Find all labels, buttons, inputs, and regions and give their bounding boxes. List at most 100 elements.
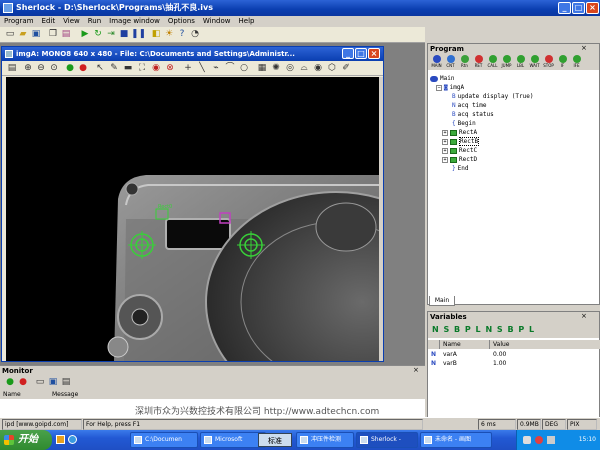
tree-item-rectd[interactable]: + RectD	[442, 155, 477, 164]
network-icon[interactable]	[523, 436, 531, 444]
tree-item-recta[interactable]: + RectA	[442, 128, 477, 137]
copy-icon[interactable]: ❐	[47, 29, 59, 40]
lbl-tool-icon[interactable]: LBL	[514, 55, 527, 69]
image-window-minimize-button[interactable]: _	[342, 48, 354, 59]
menu-edit[interactable]: Edit	[38, 16, 60, 27]
task-paint[interactable]: 未命名 - 画图	[420, 432, 492, 448]
monitor-print-icon[interactable]: ▤	[60, 377, 72, 388]
rtn-tool-icon[interactable]: Rtn	[458, 55, 471, 69]
line-icon[interactable]: ╲	[196, 63, 208, 74]
variable-row[interactable]: N varB 1.00	[428, 359, 599, 368]
panel-close-icon[interactable]: ×	[581, 44, 587, 52]
go-icon[interactable]: ●	[64, 63, 76, 74]
info-icon[interactable]: ?	[176, 29, 188, 40]
tree-item-begin[interactable]: {Begin	[452, 119, 476, 128]
run-icon[interactable]: ▶	[79, 29, 91, 40]
zoom-out-icon[interactable]: ⊖	[35, 63, 47, 74]
call-tool-icon[interactable]: CALL	[486, 55, 499, 69]
minimize-button[interactable]: _	[558, 2, 571, 14]
halt-icon[interactable]: ●	[77, 63, 89, 74]
clock[interactable]: 15:10	[579, 436, 596, 443]
expand-icon[interactable]: +	[442, 138, 448, 145]
edit-icon[interactable]: ✎	[108, 63, 120, 74]
lightbulb-icon[interactable]: ☀	[163, 29, 175, 40]
image-window-maximize-button[interactable]: □	[355, 48, 367, 59]
target-icon[interactable]: ◉	[150, 63, 162, 74]
step-icon[interactable]: ⇥	[105, 29, 117, 40]
save-icon[interactable]: ▣	[30, 29, 42, 40]
stop-tool-icon[interactable]: STOP	[542, 55, 555, 69]
tree-item-imga[interactable]: − ◙ imgA	[436, 83, 464, 92]
zoom-in-icon[interactable]: ⊕	[22, 63, 34, 74]
spoke-icon[interactable]: ✺	[270, 63, 282, 74]
grid-icon[interactable]: ▦	[256, 63, 268, 74]
variables-toolbar[interactable]: N S B P L N S B P L	[428, 322, 599, 338]
expand-icon[interactable]: +	[442, 147, 448, 154]
watch-icon[interactable]: ◔	[189, 29, 201, 40]
point-icon[interactable]: +	[182, 63, 194, 74]
tree-item-rectb[interactable]: + RectB	[442, 137, 480, 146]
volume-icon[interactable]	[547, 436, 555, 444]
new-file-icon[interactable]: ▭	[4, 29, 16, 40]
bullseye-icon[interactable]: ◉	[312, 63, 324, 74]
zoom-fit-icon[interactable]: ⊙	[48, 63, 60, 74]
ime-indicator[interactable]: 标准	[258, 433, 292, 447]
tree-item-rectc[interactable]: + RectC	[442, 146, 477, 155]
close-button[interactable]: ×	[586, 2, 599, 14]
menu-run[interactable]: Run	[84, 16, 105, 27]
run-once-icon[interactable]: ↻	[92, 29, 104, 40]
tree-item-acq-time[interactable]: Nacq time	[452, 101, 487, 110]
monitor-save-icon[interactable]: ▣	[47, 377, 59, 388]
circle-icon[interactable]: ○	[238, 63, 250, 74]
ie-icon[interactable]	[68, 435, 77, 444]
paste-icon[interactable]: ▤	[60, 29, 72, 40]
open-folder-icon[interactable]: ▰	[17, 29, 29, 40]
annulus-icon[interactable]: ◎	[284, 63, 296, 74]
image-viewport[interactable]: Rect0	[6, 77, 379, 361]
collapse-icon[interactable]: −	[436, 84, 442, 91]
cnt-tool-icon[interactable]: CNT	[444, 55, 457, 69]
menu-window[interactable]: Window	[199, 16, 235, 27]
tab-main[interactable]: Main	[429, 296, 455, 306]
monitor-start-icon[interactable]: ●	[4, 377, 16, 388]
jump-tool-icon[interactable]: JUMP	[500, 55, 513, 69]
start-button[interactable]: 开始	[0, 430, 52, 450]
monitor-close-icon[interactable]: ×	[413, 366, 419, 374]
ret-tool-icon[interactable]: RET	[472, 55, 485, 69]
menu-image-window[interactable]: Image window	[105, 16, 164, 27]
tree-item-main[interactable]: Main	[430, 74, 454, 83]
arc-icon[interactable]: ⌒	[224, 63, 236, 74]
stop-icon[interactable]: ■	[118, 29, 130, 40]
variables-close-icon[interactable]: ×	[581, 312, 587, 320]
tree-item-update-display[interactable]: Bupdate display (True)	[452, 92, 533, 101]
expand-icon[interactable]: +	[442, 156, 448, 163]
wait-tool-icon[interactable]: WAIT	[528, 55, 541, 69]
pan-icon[interactable]: ⛶	[136, 63, 148, 74]
if-tool-icon[interactable]: IF	[556, 55, 569, 69]
monitor-clear-icon[interactable]: ▭	[34, 377, 46, 388]
freehand-icon[interactable]: ✐	[340, 63, 352, 74]
main-tool-icon[interactable]: MAIN	[430, 55, 443, 69]
properties-icon[interactable]: ▤	[6, 63, 18, 74]
image-scrollbar[interactable]	[379, 77, 383, 361]
crosshair-icon[interactable]: ⊗	[164, 63, 176, 74]
menu-options[interactable]: Options	[164, 16, 199, 27]
tree-item-end[interactable]: } End	[452, 164, 468, 173]
task-sherlock[interactable]: Sherlock -	[356, 432, 418, 448]
camera-icon[interactable]: ◧	[150, 29, 162, 40]
expand-icon[interactable]: +	[442, 129, 448, 136]
menu-help[interactable]: Help	[235, 16, 259, 27]
maximize-button[interactable]: □	[572, 2, 585, 14]
task-inspection[interactable]: 冲压件检测	[296, 432, 354, 448]
task-word[interactable]: Microsoft	[200, 432, 266, 448]
monitor-stop-icon[interactable]: ●	[17, 377, 29, 388]
image-window-close-button[interactable]: ×	[368, 48, 380, 59]
polygon-icon[interactable]: ⬡	[326, 63, 338, 74]
menu-program[interactable]: Program	[0, 16, 38, 27]
antivirus-icon[interactable]	[535, 436, 543, 444]
pause-icon[interactable]: ❚❚	[131, 29, 146, 40]
arch-icon[interactable]: ⌓	[298, 63, 310, 74]
rect-tool-icon[interactable]: ▬	[122, 63, 134, 74]
polyline-icon[interactable]: ⌁	[210, 63, 222, 74]
arrow-icon[interactable]: ↖	[94, 63, 106, 74]
